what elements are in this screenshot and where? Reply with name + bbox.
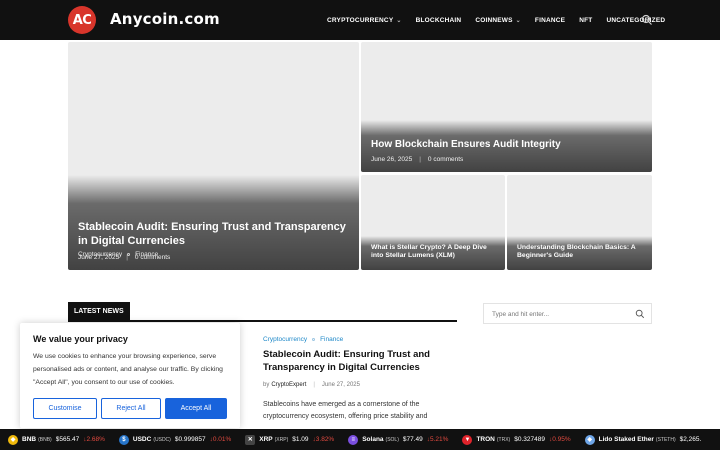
coin-name: BNB <box>22 436 37 443</box>
coin-price: $0.999857 <box>174 436 206 443</box>
coin-symbol: (BNB) <box>38 436 52 443</box>
meta-separator: | <box>313 382 315 388</box>
usdc-icon: $ <box>118 434 129 445</box>
nav-item-blockchain[interactable]: BLOCKCHAIN <box>416 17 462 24</box>
sidebar-search <box>483 303 652 324</box>
nav-item-finance[interactable]: FINANCE <box>535 17 565 24</box>
nav-item-coinnews[interactable]: COINNEWS ⌄ <box>475 17 521 24</box>
ticker-item-solana[interactable]: ≡ Solana (SOL) $77.49 ↓5.21% <box>348 434 449 445</box>
post-meta: by CryptoExpert | June 27, 2025 <box>263 382 360 388</box>
coin-name: Lido Staked Ether <box>598 436 654 443</box>
steth-icon: ◆ <box>584 434 595 445</box>
post-title[interactable]: What is Stellar Crypto? A Deep Dive into… <box>371 244 493 261</box>
coin-price: $1.09 <box>292 436 309 443</box>
coin-price: $565.47 <box>55 436 80 443</box>
coin-symbol: (SOL) <box>385 436 399 443</box>
post-comments[interactable]: 0 comments <box>428 156 463 163</box>
coin-name: USDC <box>132 436 152 443</box>
post-comments[interactable]: 0 comments <box>135 254 170 261</box>
coin-price: $2,265. <box>679 436 702 443</box>
post-meta: June 26, 2025 | 0 comments <box>371 156 463 163</box>
meta-separator: | <box>419 156 421 163</box>
featured-post-small-2[interactable]: Understanding Blockchain Basics: A Begin… <box>507 175 652 270</box>
featured-post-top[interactable]: How Blockchain Ensures Audit Integrity J… <box>361 42 652 172</box>
coin-symbol: (TRX) <box>496 436 511 443</box>
price-change: ↓0.95% <box>548 436 571 443</box>
nav-item-nft[interactable]: NFT <box>579 17 592 24</box>
by-label: by <box>263 382 270 388</box>
site-header: AC Anycoin.com CRYPTOCURRENCY ⌄ BLOCKCHAI… <box>0 0 720 40</box>
post-categories: Cryptocurrency Finance <box>263 336 343 343</box>
chevron-down-icon: ⌄ <box>396 17 402 24</box>
cookie-consent-banner: We value your privacy We use cookies to … <box>20 323 240 428</box>
search-input[interactable] <box>492 308 632 320</box>
post-author[interactable]: CryptoExpert <box>271 382 306 388</box>
ticker-item-usdc[interactable]: $ USDC (USDC) $0.999857 ↓0.01% <box>118 434 232 445</box>
post-meta: June 27, 2025 | 0 comments <box>78 254 170 261</box>
bnb-icon: ◆ <box>8 434 18 445</box>
accept-all-button[interactable]: Accept All <box>165 398 227 419</box>
post-excerpt: Stablecoins have emerged as a cornerston… <box>263 401 428 420</box>
latest-news-header: LATEST NEWS <box>68 302 457 322</box>
solana-icon: ≡ <box>348 434 359 445</box>
post-date: June 26, 2025 <box>371 156 413 163</box>
coin-symbol: (USDC) <box>153 436 171 443</box>
latest-post-title[interactable]: Stablecoin Audit: Ensuring Trust and Tra… <box>263 349 433 375</box>
cookie-title: We value your privacy <box>33 334 128 344</box>
featured-post-small-1[interactable]: What is Stellar Crypto? A Deep Dive into… <box>361 175 505 270</box>
coin-symbol: (STETH) <box>655 436 676 443</box>
category-link[interactable]: Finance <box>320 336 343 343</box>
chevron-down-icon: ⌄ <box>515 17 521 24</box>
post-date: June 27, 2025 <box>78 254 120 261</box>
featured-post-main[interactable]: Cryptocurrency Finance Stablecoin Audit:… <box>68 42 359 270</box>
customise-button[interactable]: Customise <box>33 398 97 419</box>
price-ticker: ◆ BNB (BNB) $565.47 ↓2.68% $ USDC (USDC)… <box>0 429 720 450</box>
separator-dot <box>312 338 316 341</box>
ticker-item-tron[interactable]: ▼ TRON (TRX) $0.327489 ↓0.95% <box>462 434 571 445</box>
ticker-item-bnb[interactable]: ◆ BNB (BNB) $565.47 ↓2.68% <box>8 434 105 445</box>
ticker-item-xrp[interactable]: ✕ XRP (XRP) $1.09 ↓3.82% <box>245 434 335 445</box>
price-change: ↓5.21% <box>426 436 449 443</box>
category-link[interactable]: Cryptocurrency <box>263 336 307 343</box>
search-icon[interactable] <box>635 309 645 319</box>
reject-all-button[interactable]: Reject All <box>101 398 161 419</box>
post-title[interactable]: How Blockchain Ensures Audit Integrity <box>371 139 640 152</box>
coin-name: XRP <box>259 436 273 443</box>
post-date: June 27, 2025 <box>321 382 360 388</box>
coin-symbol: (XRP) <box>274 436 289 443</box>
coin-name: Solana <box>362 436 384 443</box>
nav-item-uncategorized[interactable]: UNCATEGORIZED <box>606 17 665 24</box>
logo-badge[interactable]: AC <box>68 6 96 34</box>
post-title[interactable]: Stablecoin Audit: Ensuring Trust and Tra… <box>78 221 347 249</box>
xrp-icon: ✕ <box>245 434 256 445</box>
coin-price: $0.327489 <box>514 436 545 443</box>
ticker-item-steth[interactable]: ◆ Lido Staked Ether (STETH) $2,265. <box>584 434 706 445</box>
meta-separator: | <box>126 254 128 261</box>
price-change: ↓2.68% <box>83 436 105 443</box>
search-icon[interactable] <box>641 14 653 26</box>
section-title: LATEST NEWS <box>68 302 130 320</box>
site-logo-text[interactable]: Anycoin.com <box>110 10 220 28</box>
post-title[interactable]: Understanding Blockchain Basics: A Begin… <box>517 244 640 261</box>
nav-item-cryptocurrency[interactable]: CRYPTOCURRENCY ⌄ <box>327 17 402 24</box>
cookie-description: We use cookies to enhance your browsing … <box>33 353 223 386</box>
price-change: ↓0.01% <box>209 436 232 443</box>
tron-icon: ▼ <box>462 434 473 445</box>
coin-name: TRON <box>476 436 495 443</box>
price-change: ↓3.82% <box>312 436 335 443</box>
coin-price: $77.49 <box>402 436 423 443</box>
main-nav: CRYPTOCURRENCY ⌄ BLOCKCHAIN COINNEWS ⌄ FIN… <box>320 0 672 40</box>
